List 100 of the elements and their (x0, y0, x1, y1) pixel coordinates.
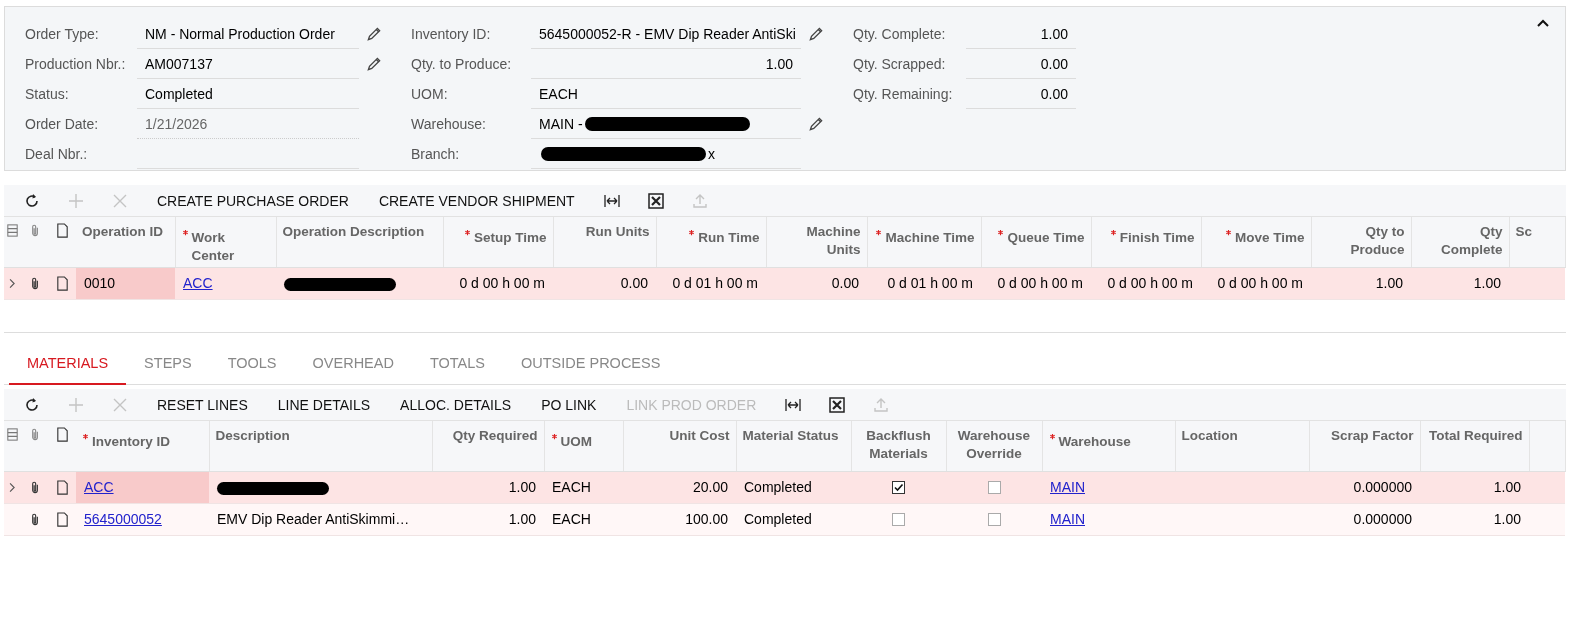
note-icon (55, 275, 70, 291)
table-cell: 20.00 (692, 479, 728, 495)
toolbar-button[interactable]: CREATE VENDOR SHIPMENT (363, 185, 590, 216)
tab[interactable]: STEPS (126, 343, 210, 385)
field-label: Deal Nbr.: (25, 146, 89, 162)
toolbar-button[interactable]: CREATE PURCHASE ORDER (142, 185, 364, 216)
table-cell: 1.00 (1375, 275, 1403, 291)
checkbox-icon (986, 479, 1002, 495)
tab[interactable]: OUTSIDE PROCESS (503, 343, 679, 385)
input-field[interactable]: 1.00 (531, 49, 801, 79)
pencil-icon[interactable] (807, 25, 825, 43)
table-cell: Completed (744, 479, 812, 495)
table-cell: 0.000000 (1353, 479, 1412, 495)
note-icon (55, 479, 70, 495)
field-label: Branch: (411, 146, 461, 162)
input-field[interactable]: AM007137 (137, 49, 359, 79)
toolbar-button[interactable]: LINE DETAILS (262, 389, 386, 420)
field-value: 1.00 (765, 55, 793, 72)
input-field[interactable]: Completed (137, 79, 359, 109)
field-label: Warehouse: (411, 116, 487, 132)
column-header[interactable]: UOM (560, 433, 592, 451)
refresh-icon (24, 192, 40, 209)
required-icon (463, 229, 471, 236)
table-link[interactable]: ACC (84, 479, 114, 495)
pencil-icon[interactable] (365, 55, 383, 73)
table-cell: 0 d 01 h 00 m (887, 275, 973, 291)
required-icon (1048, 433, 1056, 440)
checkbox-icon (891, 511, 906, 527)
excel-icon (829, 396, 846, 413)
column-header[interactable]: Description (215, 427, 290, 445)
input-field[interactable]: 0.00 (966, 49, 1076, 79)
table-cell: 1.00 (1493, 479, 1521, 495)
table-cell: 1.00 (508, 511, 536, 527)
tab[interactable]: TOOLS (209, 343, 295, 385)
table-cell: 1.00 (508, 479, 536, 495)
table-cell: 0 d 00 h 00 m (1107, 275, 1193, 291)
toolbar-button[interactable]: RESET LINES (142, 389, 263, 420)
toolbar-button[interactable]: PO LINK (526, 389, 612, 420)
pencil-icon[interactable] (365, 25, 383, 43)
field-label: Production Nbr.: (25, 56, 127, 72)
field-label: Status: (25, 86, 70, 102)
input-field[interactable]: 1.00 (966, 19, 1076, 49)
row-selector-icon (5, 223, 20, 238)
delete-icon (112, 396, 128, 413)
field-label: Qty. to Produce: (411, 56, 513, 72)
pencil-icon[interactable] (807, 115, 825, 133)
column-header[interactable]: Warehouse (1058, 433, 1131, 451)
column-header[interactable]: Location (1181, 427, 1238, 445)
field-label: Qty. Complete: (853, 26, 947, 42)
table-cell: 0 d 00 h 00 m (1217, 275, 1303, 291)
add-icon (68, 396, 84, 413)
table-cell: EACH (552, 511, 591, 527)
required-icon (181, 229, 189, 236)
field-label: Qty. Scrapped: (853, 56, 947, 72)
field-label: Inventory ID: (411, 26, 492, 42)
checkbox-icon (986, 511, 1002, 527)
row-selector-icon (5, 427, 20, 442)
add-icon (68, 192, 84, 209)
table-cell: 100.00 (685, 511, 728, 527)
field-value: 0.00 (1040, 55, 1068, 72)
table-cell: 0 d 00 h 00 m (459, 275, 545, 291)
table-cell: 0.000000 (1353, 511, 1412, 527)
field-value: EACH (539, 85, 578, 102)
upload-icon (873, 396, 890, 413)
required-icon (82, 433, 89, 440)
field-value: MAIN - (539, 115, 583, 132)
field-label: Order Date: (25, 116, 100, 132)
table-link[interactable]: MAIN (1050, 511, 1085, 527)
required-icon (997, 229, 1005, 236)
field-value: 0.00 (1040, 85, 1068, 102)
table-cell: 0 d 01 h 00 m (672, 275, 758, 291)
table-link[interactable]: MAIN (1050, 479, 1085, 495)
column-header[interactable]: Unit Cost (669, 427, 730, 445)
note-icon (55, 511, 70, 527)
table-cell: EMV Dip Reader AntiSkimmi… (217, 511, 410, 527)
table-cell: 0.00 (620, 275, 648, 291)
input-field[interactable]: NM - Normal Production Order (137, 19, 359, 49)
toolbar-button[interactable]: ALLOC. DETAILS (385, 389, 527, 420)
fit-columns-icon (603, 192, 620, 209)
tab[interactable]: OVERHEAD (294, 343, 412, 385)
tab[interactable]: MATERIALS (9, 343, 127, 385)
input-field[interactable]: x (531, 139, 801, 169)
table-link[interactable]: ACC (183, 275, 213, 291)
field-value: x (708, 145, 715, 162)
input-field[interactable]: EACH (531, 79, 801, 109)
table-cell: 1.00 (1493, 511, 1521, 527)
required-icon (550, 433, 558, 440)
required-icon (688, 229, 696, 236)
input-field[interactable]: MAIN - (531, 109, 801, 139)
table-cell: EACH (552, 479, 591, 495)
field-value: 5645000052-R - EMV Dip Reader AntiSki (539, 25, 796, 42)
delete-icon (112, 192, 128, 209)
field-label: Order Type: (25, 26, 100, 42)
tab[interactable]: TOTALS (411, 343, 503, 385)
input-field[interactable]: 0.00 (966, 79, 1076, 109)
excel-icon (647, 192, 664, 209)
input-field[interactable]: 5645000052-R - EMV Dip Reader AntiSki (531, 19, 801, 49)
table-cell: Completed (744, 511, 812, 527)
checked-checkbox-icon (891, 479, 906, 495)
column-header[interactable]: Sc (1515, 223, 1532, 241)
